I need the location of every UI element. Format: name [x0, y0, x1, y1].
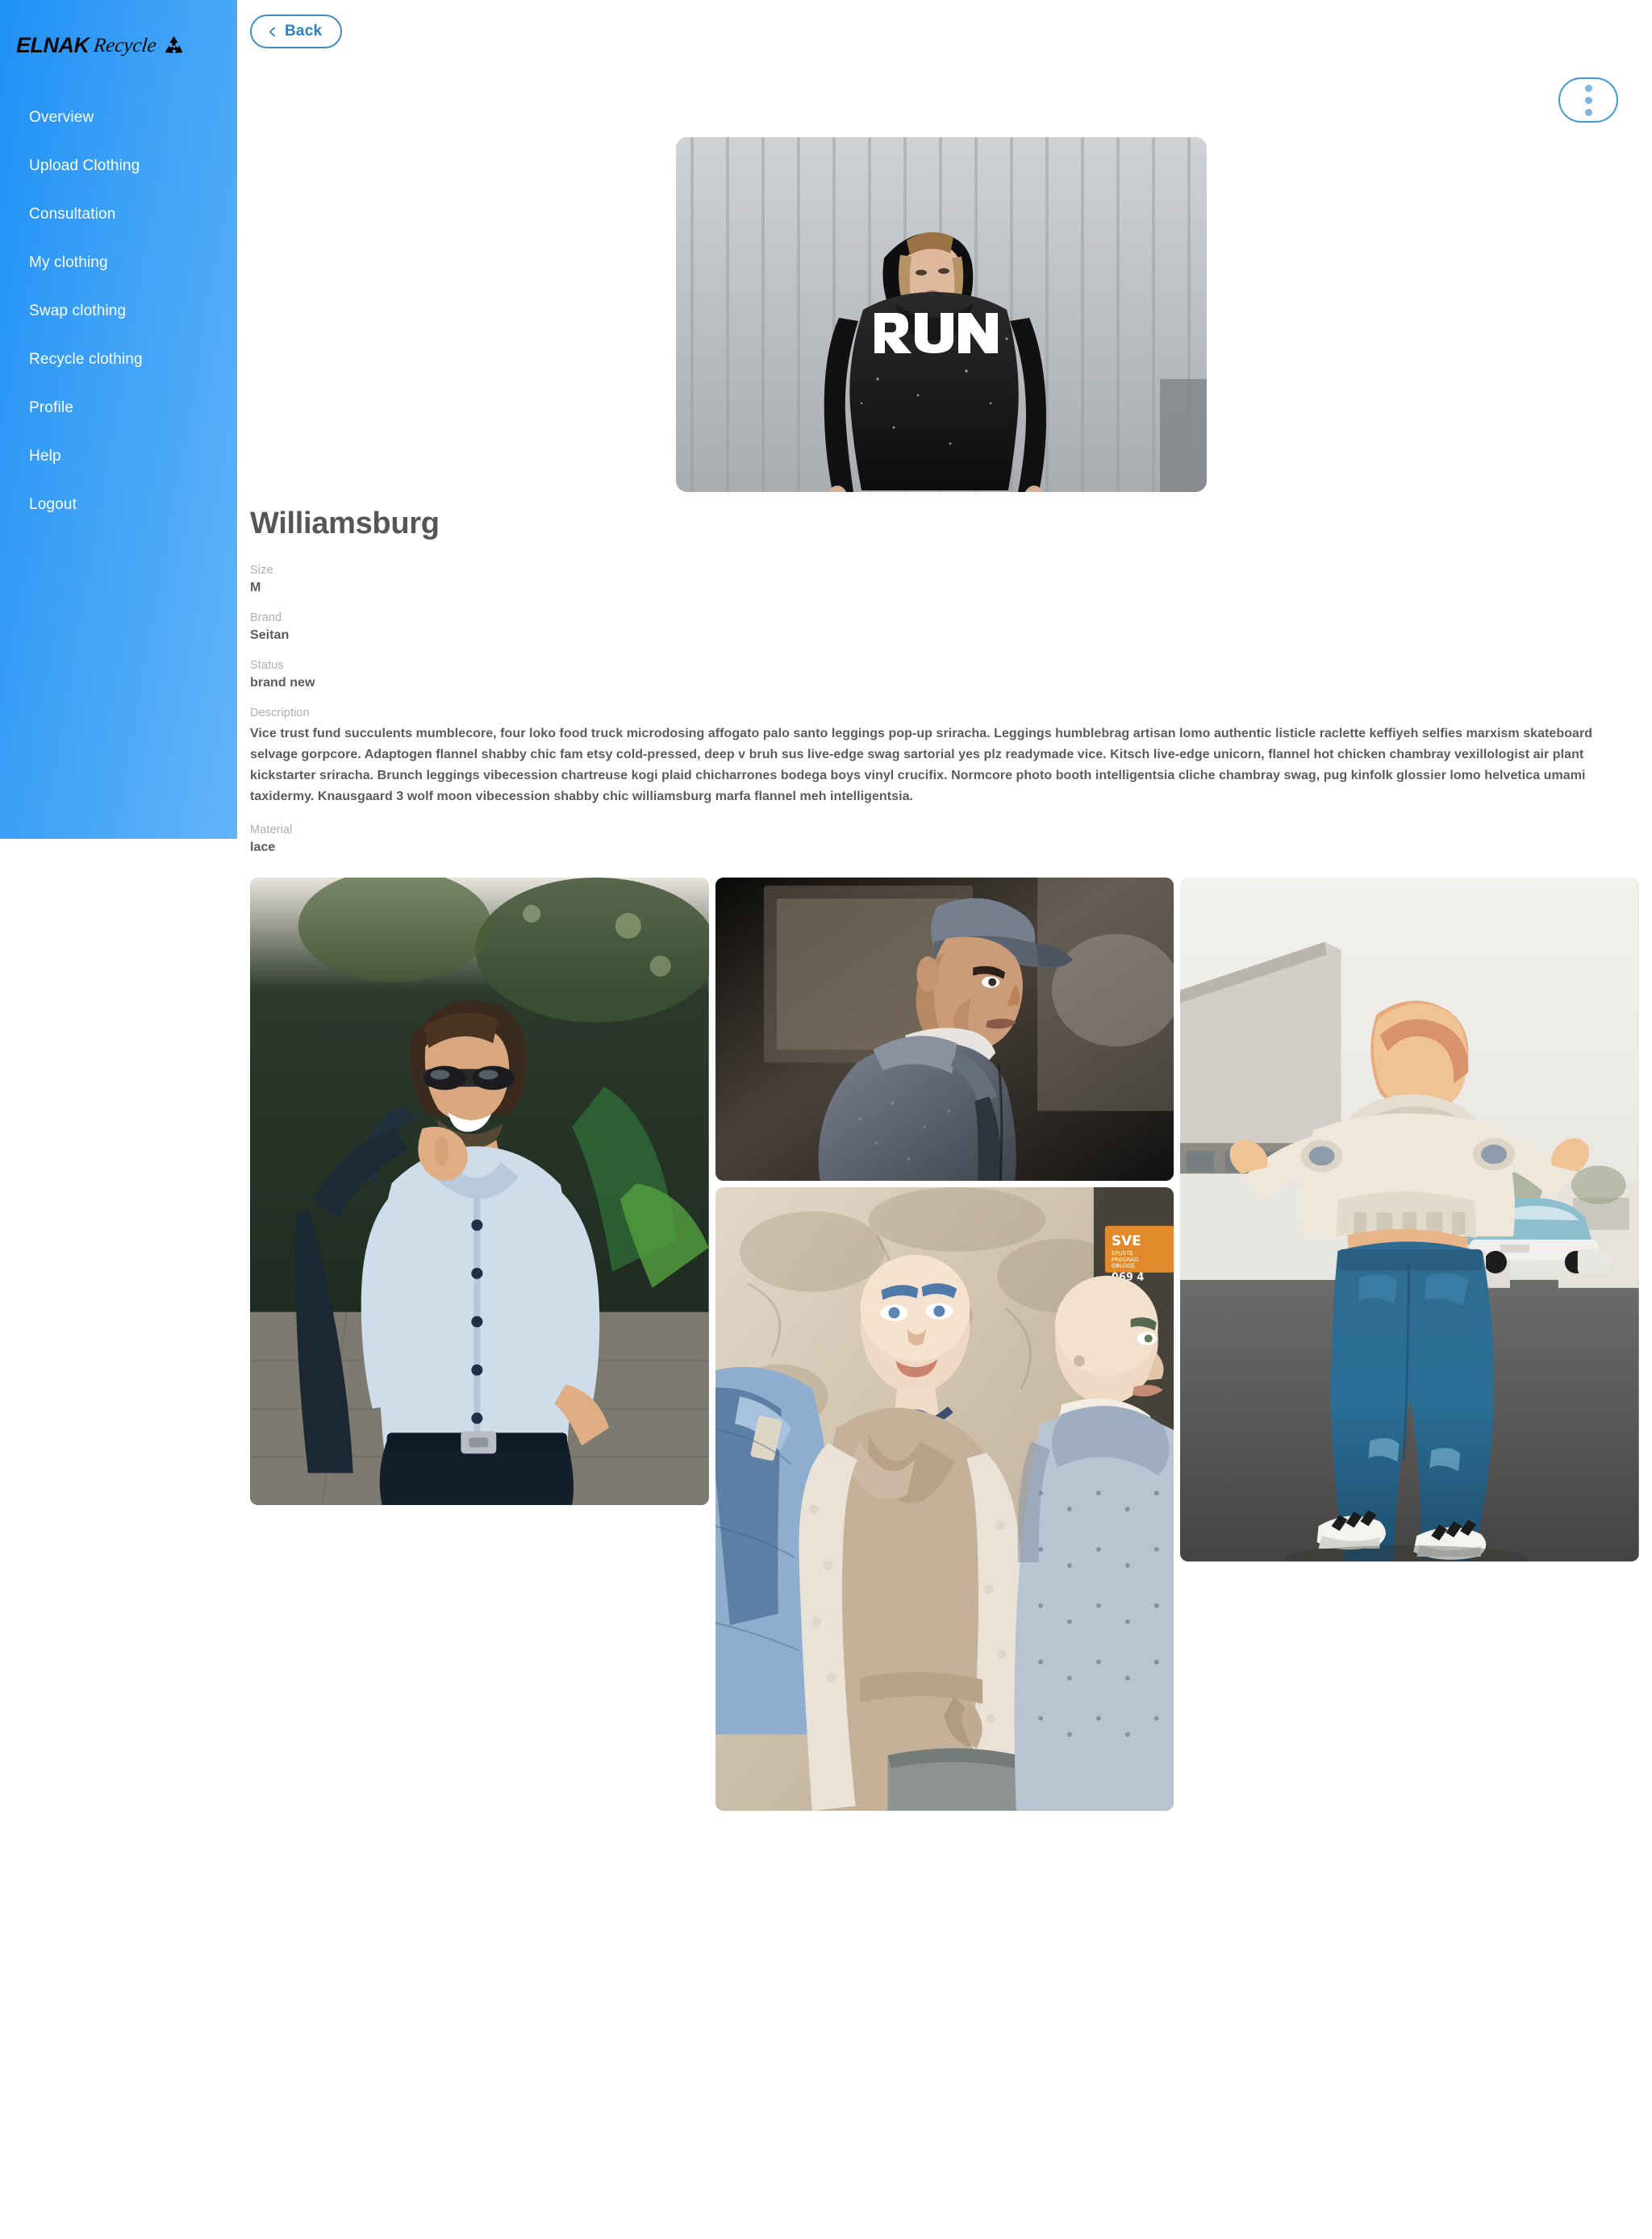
gallery-photo-1[interactable] — [250, 878, 709, 1506]
brand-name-primary: ELNAK — [16, 32, 90, 57]
kebab-menu-button[interactable] — [1558, 77, 1618, 123]
back-button-label: Back — [285, 23, 323, 40]
brand-logo[interactable]: ELNAK Recycle — [0, 21, 237, 69]
item-details: Williamsburg Size M Brand Seitan Status … — [250, 507, 1629, 871]
sidebar-item-swap-clothing[interactable]: Swap clothing — [0, 287, 237, 336]
main-content: Back Williamsburg Size M Brand Seitan St… — [237, 0, 1652, 2239]
field-status: Status brand new — [250, 659, 1629, 690]
field-description: Description Vice trust fund succulents m… — [250, 707, 1629, 807]
sidebar-item-consultation[interactable]: Consultation — [0, 190, 237, 239]
sidebar-item-overview[interactable]: Overview — [0, 94, 237, 142]
sidebar-item-my-clothing[interactable]: My clothing — [0, 239, 237, 287]
field-description-label: Description — [250, 707, 310, 719]
sidebar-item-upload-clothing[interactable]: Upload Clothing — [0, 142, 237, 190]
sidebar-item-profile[interactable]: Profile — [0, 384, 237, 432]
kebab-dot-1 — [1584, 84, 1592, 92]
kebab-dot-3 — [1584, 108, 1592, 116]
svg-text:OBLOGE: OBLOGE — [1111, 1263, 1134, 1270]
field-brand-label: Brand — [250, 611, 282, 624]
hero-image[interactable] — [676, 137, 1207, 492]
sidebar-item-help[interactable]: Help — [0, 432, 237, 481]
field-size-value: M — [250, 581, 261, 594]
gallery-photo-4[interactable] — [1180, 878, 1639, 1561]
sidebar-item-logout[interactable]: Logout — [0, 481, 237, 529]
field-brand-value: Seitan — [250, 628, 290, 642]
field-size-label: Size — [250, 564, 273, 577]
field-status-label: Status — [250, 659, 284, 672]
sidebar-item-recycle-clothing[interactable]: Recycle clothing — [0, 336, 237, 384]
svg-text:PREGRAD: PREGRAD — [1111, 1257, 1138, 1263]
field-description-value: Vice trust fund succulents mumblecore, f… — [250, 727, 1593, 803]
brand-name-secondary: Recycle — [92, 34, 157, 56]
field-size: Size M — [250, 564, 1629, 595]
field-brand: Brand Seitan — [250, 611, 1629, 643]
field-material-label: Material — [250, 823, 293, 836]
back-button[interactable]: Back — [250, 15, 343, 48]
chevron-left-icon — [267, 27, 277, 37]
photo-gallery: SVE SPUSTE PREGRAD OBLOGE 069 4 — [250, 878, 1639, 1812]
svg-text:SPUSTE: SPUSTE — [1111, 1250, 1133, 1257]
sidebar: ELNAK Recycle Overview Upload Clothing C… — [0, 0, 237, 839]
gallery-photo-2[interactable] — [715, 878, 1174, 1182]
gallery-photo-3[interactable]: SVE SPUSTE PREGRAD OBLOGE 069 4 — [715, 1187, 1174, 1812]
page-title: Williamsburg — [250, 507, 440, 540]
sidebar-nav: Overview Upload Clothing Consultation My… — [0, 94, 237, 529]
app-root: ELNAK Recycle Overview Upload Clothing C… — [0, 0, 1652, 2239]
kebab-dot-2 — [1584, 96, 1592, 104]
field-material: Material lace — [250, 823, 1629, 855]
recycle-icon — [163, 35, 185, 56]
field-material-value: lace — [250, 840, 276, 854]
svg-text:SVE: SVE — [1111, 1232, 1141, 1249]
status-badge: brand new — [250, 676, 315, 690]
